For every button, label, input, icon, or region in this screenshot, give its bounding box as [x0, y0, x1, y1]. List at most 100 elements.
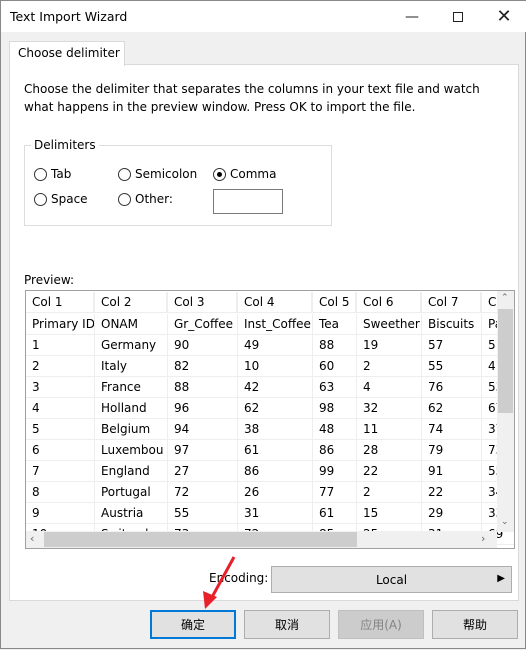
apply-button[interactable]: 应用(A): [338, 610, 424, 639]
table-cell: 19: [357, 335, 422, 356]
horizontal-scrollbar[interactable]: ‹ ›: [26, 531, 497, 548]
table-cell: Portugal: [95, 482, 168, 503]
table-cell: Inst_Coffee: [238, 314, 313, 335]
radio-label: Comma: [230, 167, 277, 181]
table-cell: Germany: [95, 335, 168, 356]
table-row: 6 Luxembou 97 61 86 28 79 73: [26, 440, 514, 461]
column-header[interactable]: Col 6: [357, 292, 422, 313]
other-delimiter-input[interactable]: [213, 189, 283, 214]
table-cell: 79: [422, 440, 482, 461]
scroll-left-icon[interactable]: ‹: [30, 532, 34, 545]
table-cell: 88: [168, 377, 238, 398]
scroll-right-icon[interactable]: ›: [481, 532, 485, 545]
scroll-down-icon[interactable]: ⌄: [501, 517, 509, 527]
table-row: 8 Portugal 72 26 77 2 22 34: [26, 482, 514, 503]
table-cell: 91: [422, 461, 482, 482]
table-row: 9 Austria 55 31 61 15 29 33: [26, 503, 514, 524]
help-button[interactable]: 帮助: [432, 610, 518, 639]
table-cell: 2: [357, 356, 422, 377]
table-cell: 62: [422, 398, 482, 419]
table-cell: 90: [168, 335, 238, 356]
encoding-value: Local: [375, 572, 408, 587]
table-cell: 88: [313, 335, 357, 356]
table-cell: Gr_Coffee: [168, 314, 238, 335]
table-cell: 55: [168, 503, 238, 524]
table-cell: 42: [238, 377, 313, 398]
column-header[interactable]: Col 2: [95, 292, 168, 313]
radio-circle[interactable]: [34, 167, 47, 181]
table-cell: 94: [168, 419, 238, 440]
table-row: 7 England 27 86 99 22 91 55: [26, 461, 514, 482]
table-cell: 8: [26, 482, 95, 503]
close-button[interactable]: ✕: [481, 1, 526, 32]
radio-circle[interactable]: [34, 192, 47, 206]
encoding-selector[interactable]: Local ▶: [271, 566, 512, 593]
table-cell: 72: [168, 482, 238, 503]
table-cell: Sweether: [357, 314, 422, 335]
column-header[interactable]: Col 3: [168, 292, 238, 313]
column-header[interactable]: Col 7: [422, 292, 482, 313]
radio-label: Semicolon: [135, 167, 198, 181]
table-cell: France: [95, 377, 168, 398]
table-cell: 62: [238, 398, 313, 419]
table-cell: 49: [238, 335, 313, 356]
radio-comma[interactable]: Comma: [213, 167, 276, 181]
table-cell: 77: [313, 482, 357, 503]
table-cell: 10: [238, 356, 313, 377]
table-cell: 63: [313, 377, 357, 398]
table-cell: 22: [357, 461, 422, 482]
table-cell: 86: [313, 440, 357, 461]
table-cell: 82: [168, 356, 238, 377]
radio-circle[interactable]: [118, 192, 131, 206]
table-cell: 32: [357, 398, 422, 419]
radio-label: Space: [51, 192, 88, 206]
delimiters-label: Delimiters: [31, 138, 99, 152]
table-cell: England: [95, 461, 168, 482]
table-cell: Primary ID: [26, 314, 95, 335]
vertical-scrollbar[interactable]: ⌃ ⌄: [497, 291, 514, 532]
table-cell: 4: [357, 377, 422, 398]
radio-tab[interactable]: Tab: [34, 167, 71, 181]
table-cell: 7: [26, 461, 95, 482]
table-cell: 60: [313, 356, 357, 377]
table-cell: 99: [313, 461, 357, 482]
table-cell: 61: [313, 503, 357, 524]
column-header[interactable]: Col 4: [238, 292, 313, 313]
column-header[interactable]: Col 1: [26, 292, 95, 313]
maximize-button[interactable]: [435, 1, 481, 32]
table-cell: 26: [238, 482, 313, 503]
table-cell: Austria: [95, 503, 168, 524]
minimize-button[interactable]: —: [389, 1, 435, 32]
close-icon: ✕: [496, 6, 512, 27]
table-cell: 29: [422, 503, 482, 524]
scroll-up-icon[interactable]: ⌃: [501, 293, 509, 303]
table-cell: 5: [26, 419, 95, 440]
vertical-scroll-thumb[interactable]: [498, 309, 513, 413]
radio-space[interactable]: Space: [34, 192, 88, 206]
instructions-text: Choose the delimiter that separates the …: [24, 82, 480, 114]
table-cell: 22: [422, 482, 482, 503]
cancel-button[interactable]: 取消: [244, 610, 330, 639]
table-cell: 96: [168, 398, 238, 419]
maximize-icon: [453, 11, 463, 22]
table-cell: 98: [313, 398, 357, 419]
tab-choose-delimiter[interactable]: Choose delimiter: [9, 41, 125, 66]
table-cell: 15: [357, 503, 422, 524]
horizontal-scroll-thumb[interactable]: [44, 532, 357, 547]
ok-button[interactable]: 确定: [150, 610, 236, 639]
radio-semicolon[interactable]: Semicolon: [118, 167, 197, 181]
delimiters-group: [24, 145, 332, 226]
table-cell: ONAM: [95, 314, 168, 335]
radio-other[interactable]: Other:: [118, 192, 173, 206]
table-row: 5 Belgium 94 38 48 11 74 37: [26, 419, 514, 440]
radio-circle[interactable]: [213, 167, 226, 181]
table-cell: 76: [422, 377, 482, 398]
table-cell: 38: [238, 419, 313, 440]
radio-label: Tab: [51, 167, 72, 181]
column-header[interactable]: Col 5: [313, 292, 357, 313]
table-cell: 55: [422, 356, 482, 377]
preview-label: Preview:: [24, 273, 75, 287]
radio-circle[interactable]: [118, 167, 131, 181]
table-cell: 11: [357, 419, 422, 440]
table-cell: 6: [26, 440, 95, 461]
